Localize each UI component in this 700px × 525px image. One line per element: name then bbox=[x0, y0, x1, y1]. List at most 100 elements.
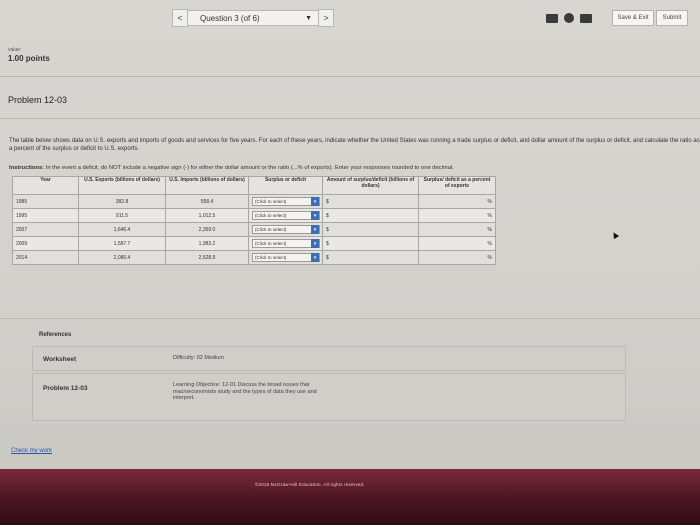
references-heading: References bbox=[39, 332, 72, 338]
percent-cell: % bbox=[418, 194, 496, 209]
table-row: 2014 2,086.4 2,528.9 (Click to select) ▾… bbox=[12, 250, 496, 265]
submit-button[interactable]: Submit bbox=[656, 10, 688, 26]
chevron-right-icon: > bbox=[323, 13, 329, 23]
column-header: U.S. Imports (billions of dollars) bbox=[165, 176, 249, 195]
screen-background: < Question 3 (of 6) ▼ > Save & Exit Subm… bbox=[0, 0, 700, 525]
worksheet-label: Worksheet bbox=[43, 356, 77, 363]
percent-sign: % bbox=[487, 198, 492, 205]
worksheet-reference: Worksheet Difficulty: 02 Medium bbox=[32, 346, 626, 371]
percent-cell: % bbox=[418, 250, 496, 265]
surplus-deficit-cell: (Click to select) ▾ bbox=[248, 208, 323, 223]
surplus-deficit-cell: (Click to select) ▾ bbox=[248, 250, 323, 265]
percent-input[interactable] bbox=[436, 253, 486, 262]
amount-input[interactable] bbox=[331, 225, 401, 234]
amount-input[interactable] bbox=[331, 239, 401, 248]
exports-cell: 382.8 bbox=[78, 194, 166, 209]
top-toolbar: < Question 3 (of 6) ▼ > Save & Exit Subm… bbox=[0, 0, 700, 34]
percent-input[interactable] bbox=[436, 211, 486, 220]
trade-data-table: Year U.S. Exports (billions of dollars) … bbox=[12, 176, 496, 265]
prev-question-button[interactable]: < bbox=[172, 9, 188, 27]
instructions: Instructions: In the event a deficit, do… bbox=[9, 165, 700, 171]
table-row: 2009 1,587.7 1,983.2 (Click to select) ▾… bbox=[12, 236, 496, 251]
learning-objective-text: Learning Objective: 12-01 Discuss the br… bbox=[173, 382, 317, 401]
table-row: 2007 1,646.4 2,359.0 (Click to select) ▾… bbox=[12, 222, 496, 237]
calculator-icon[interactable] bbox=[564, 13, 574, 23]
dollar-sign: $ bbox=[326, 254, 329, 261]
instructions-label: Instructions: bbox=[9, 165, 45, 171]
check-my-work-link[interactable]: Check my work bbox=[11, 448, 52, 454]
table-row: 1985 382.8 558.4 (Click to select) ▾ $ % bbox=[12, 194, 496, 209]
surplus-deficit-cell: (Click to select) ▾ bbox=[248, 236, 323, 251]
column-header: Year bbox=[12, 176, 79, 195]
amount-cell: $ bbox=[322, 222, 419, 237]
year-cell: 2009 bbox=[12, 236, 79, 251]
surplus-deficit-select[interactable]: (Click to select) ▾ bbox=[252, 253, 320, 262]
question-navigator: < Question 3 (of 6) ▼ > bbox=[172, 9, 334, 27]
amount-cell: $ bbox=[322, 236, 419, 251]
dollar-sign: $ bbox=[326, 212, 329, 219]
imports-cell: 1,012.5 bbox=[165, 208, 249, 223]
chevron-down-icon: ▾ bbox=[311, 197, 319, 206]
column-header: Surplus/ deficit as a percent of exports bbox=[418, 176, 496, 195]
select-placeholder: (Click to select) bbox=[255, 241, 287, 246]
mouse-cursor-icon bbox=[610, 230, 620, 240]
select-placeholder: (Click to select) bbox=[255, 199, 287, 204]
exports-cell: 1,646.4 bbox=[78, 222, 166, 237]
percent-cell: % bbox=[418, 208, 496, 223]
percent-sign: % bbox=[487, 212, 492, 219]
column-header: Amount of surplus/deficit (billions of d… bbox=[322, 176, 419, 195]
print-icon[interactable] bbox=[546, 13, 558, 23]
value-label: value: bbox=[8, 47, 22, 53]
percent-input[interactable] bbox=[436, 225, 486, 234]
imports-cell: 558.4 bbox=[165, 194, 249, 209]
table-header-row: Year U.S. Exports (billions of dollars) … bbox=[12, 176, 496, 195]
amount-input[interactable] bbox=[331, 211, 401, 220]
amount-cell: $ bbox=[322, 194, 419, 209]
exports-cell: 911.5 bbox=[78, 208, 166, 223]
divider bbox=[0, 118, 700, 119]
divider bbox=[0, 76, 700, 77]
exports-cell: 1,587.7 bbox=[78, 236, 166, 251]
copyright-text: ©2018 McGraw-Hill Education. All rights … bbox=[255, 482, 365, 487]
chevron-down-icon: ▾ bbox=[311, 253, 319, 262]
problem-description: The table below shows data on U.S. expor… bbox=[9, 138, 700, 152]
imports-cell: 2,359.0 bbox=[165, 222, 249, 237]
divider bbox=[0, 318, 700, 319]
tool-icons bbox=[546, 13, 592, 23]
amount-cell: $ bbox=[322, 250, 419, 265]
difficulty-text: Difficulty: 02 Medium bbox=[173, 355, 224, 361]
chevron-down-icon: ▼ bbox=[305, 14, 312, 22]
problem-reference-label: Problem 12-03 bbox=[43, 385, 88, 392]
imports-cell: 2,528.9 bbox=[165, 250, 249, 265]
select-placeholder: (Click to select) bbox=[255, 255, 287, 260]
problem-title: Problem 12-03 bbox=[8, 95, 68, 105]
surplus-deficit-cell: (Click to select) ▾ bbox=[248, 194, 323, 209]
percent-sign: % bbox=[487, 254, 492, 261]
imports-cell: 1,983.2 bbox=[165, 236, 249, 251]
percent-input[interactable] bbox=[436, 197, 486, 206]
surplus-deficit-select[interactable]: (Click to select) ▾ bbox=[252, 197, 320, 206]
ebook-icon[interactable] bbox=[580, 13, 592, 23]
column-header: U.S. Exports (billions of dollars) bbox=[78, 176, 166, 195]
table-row: 1995 911.5 1,012.5 (Click to select) ▾ $… bbox=[12, 208, 496, 223]
footer-bar: ©2018 McGraw-Hill Education. All rights … bbox=[0, 469, 700, 525]
surplus-deficit-select[interactable]: (Click to select) ▾ bbox=[252, 211, 320, 220]
percent-cell: % bbox=[418, 236, 496, 251]
next-question-button[interactable]: > bbox=[318, 9, 334, 27]
percent-sign: % bbox=[487, 226, 492, 233]
amount-input[interactable] bbox=[331, 253, 401, 262]
year-cell: 1995 bbox=[12, 208, 79, 223]
save-exit-button[interactable]: Save & Exit bbox=[612, 10, 654, 26]
surplus-deficit-select[interactable]: (Click to select) ▾ bbox=[252, 225, 320, 234]
chevron-down-icon: ▾ bbox=[311, 225, 319, 234]
question-label: Question 3 (of 6) bbox=[200, 13, 260, 23]
problem-reference: Problem 12-03 Learning Objective: 12-01 … bbox=[32, 373, 626, 421]
surplus-deficit-select[interactable]: (Click to select) ▾ bbox=[252, 239, 320, 248]
chevron-down-icon: ▾ bbox=[311, 239, 319, 248]
amount-input[interactable] bbox=[331, 197, 401, 206]
question-selector[interactable]: Question 3 (of 6) ▼ bbox=[188, 10, 318, 26]
year-cell: 1985 bbox=[12, 194, 79, 209]
percent-sign: % bbox=[487, 240, 492, 247]
column-header: Surplus or deficit bbox=[248, 176, 323, 195]
percent-input[interactable] bbox=[436, 239, 486, 248]
